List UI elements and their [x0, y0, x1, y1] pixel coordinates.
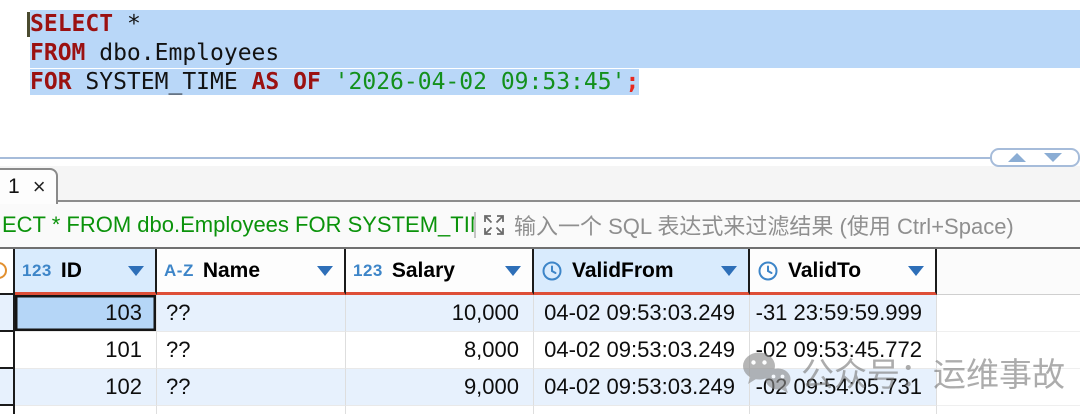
row-gutter[interactable] [0, 332, 15, 369]
cell-id[interactable]: 103 [15, 295, 157, 332]
sql-keyword: SELECT [30, 11, 113, 37]
cell-empty [346, 406, 534, 414]
sql-line-2: FROM dbo.Employees [30, 39, 1080, 68]
expand-arrows-icon[interactable] [481, 212, 507, 238]
column-label: Salary [392, 259, 455, 283]
splitter-collapse-control [990, 148, 1080, 167]
sql-text: dbo.Employees [85, 40, 279, 66]
close-tab-icon[interactable]: × [33, 176, 46, 198]
column-dropdown-icon[interactable] [317, 266, 333, 276]
cell-name[interactable]: ?? [157, 295, 346, 332]
cell-name[interactable]: ?? [157, 332, 346, 369]
column-dropdown-icon[interactable] [908, 266, 924, 276]
cell-empty [534, 406, 750, 414]
column-header-validfrom[interactable]: ValidFrom [534, 249, 750, 295]
sql-delimiter: ; [625, 69, 639, 95]
numeric-type-icon: 123 [22, 261, 52, 281]
cell-validfrom[interactable]: 04-02 09:53:03.249 [534, 332, 750, 369]
cell-validto[interactable]: -02 09:54:05.731 [750, 369, 937, 406]
column-dropdown-icon[interactable] [721, 266, 737, 276]
column-header-validto[interactable]: ValidTo [750, 249, 937, 295]
cell-validto[interactable]: -02 09:53:45.772 [750, 332, 937, 369]
collapse-up-icon[interactable] [1008, 153, 1026, 162]
column-header-name[interactable]: A-Z Name [157, 249, 346, 295]
string-type-icon: A-Z [164, 261, 194, 281]
column-label: ValidTo [788, 259, 861, 283]
clock-icon [757, 260, 779, 282]
orange-circle-icon [0, 262, 7, 279]
column-dropdown-icon[interactable] [128, 266, 144, 276]
editor-results-splitter[interactable] [0, 157, 1080, 159]
table-row: 103 ?? 10,000 04-02 09:53:03.249 -31 23:… [0, 295, 1080, 332]
column-label: ID [61, 259, 82, 283]
cell-validfrom[interactable]: 04-02 09:53:03.249 [534, 369, 750, 406]
grid-header-filler [937, 249, 1080, 295]
sql-text: SYSTEM_TIME [72, 69, 252, 95]
column-dropdown-icon[interactable] [505, 266, 521, 276]
results-tab-label: 1 [8, 175, 20, 199]
table-row: 101 ?? 8,000 04-02 09:53:03.249 -02 09:5… [0, 332, 1080, 369]
row-gutter[interactable] [0, 369, 15, 406]
clock-icon [541, 260, 563, 282]
row-filler [937, 332, 1080, 369]
cell-empty [750, 406, 937, 414]
row-filler [937, 295, 1080, 332]
sql-keyword: FROM [30, 40, 85, 66]
cell-salary[interactable]: 10,000 [346, 295, 534, 332]
cell-id[interactable]: 101 [15, 332, 157, 369]
grid-corner-cell[interactable] [0, 249, 15, 295]
cell-empty [157, 406, 346, 414]
results-tabbar: 1 × [0, 166, 1080, 202]
sql-client-window: SELECT * FROM dbo.Employees FOR SYSTEM_T… [0, 0, 1080, 414]
row-filler [937, 406, 1080, 414]
query-preview-text: ECT * FROM dbo.Employees FOR SYSTEM_TIM [0, 212, 474, 238]
sql-text: * [113, 11, 141, 37]
sql-keyword: AS OF [252, 69, 321, 95]
row-gutter[interactable] [0, 295, 15, 332]
cell-empty [15, 406, 157, 414]
cell-salary[interactable]: 9,000 [346, 369, 534, 406]
row-gutter [0, 406, 15, 414]
column-header-salary[interactable]: 123 Salary [346, 249, 534, 295]
grid-rows: 103 ?? 10,000 04-02 09:53:03.249 -31 23:… [0, 295, 1080, 414]
filter-separator [474, 212, 476, 238]
cell-salary[interactable]: 8,000 [346, 332, 534, 369]
text-caret [27, 12, 30, 37]
column-header-id[interactable]: 123 ID [15, 249, 157, 295]
filter-input-placeholder[interactable]: 输入一个 SQL 表达式来过滤结果 (使用 Ctrl+Space) [514, 209, 1014, 241]
table-row-empty [0, 406, 1080, 414]
table-row: 102 ?? 9,000 04-02 09:53:03.249 -02 09:5… [0, 369, 1080, 406]
sql-keyword: FOR [30, 69, 72, 95]
results-filter-bar: ECT * FROM dbo.Employees FOR SYSTEM_TIM … [0, 202, 1080, 249]
cell-validfrom[interactable]: 04-02 09:53:03.249 [534, 295, 750, 332]
sql-string-literal: '2026-04-02 09:53:45' [321, 69, 626, 95]
cell-id[interactable]: 102 [15, 369, 157, 406]
row-filler [937, 369, 1080, 406]
column-label: ValidFrom [572, 259, 674, 283]
collapse-down-icon[interactable] [1044, 153, 1062, 162]
cell-name[interactable]: ?? [157, 369, 346, 406]
cell-validto[interactable]: -31 23:59:59.999 [750, 295, 937, 332]
sql-line-3: FOR SYSTEM_TIME AS OF '2026-04-02 09:53:… [30, 68, 1080, 97]
grid-header: 123 ID A-Z Name 123 Salary ValidFrom Val… [0, 249, 1080, 295]
sql-editor[interactable]: SELECT * FROM dbo.Employees FOR SYSTEM_T… [0, 0, 1080, 157]
results-tab[interactable]: 1 × [0, 168, 58, 204]
sql-line-1: SELECT * [30, 10, 1080, 39]
column-label: Name [203, 259, 260, 283]
numeric-type-icon: 123 [353, 261, 383, 281]
